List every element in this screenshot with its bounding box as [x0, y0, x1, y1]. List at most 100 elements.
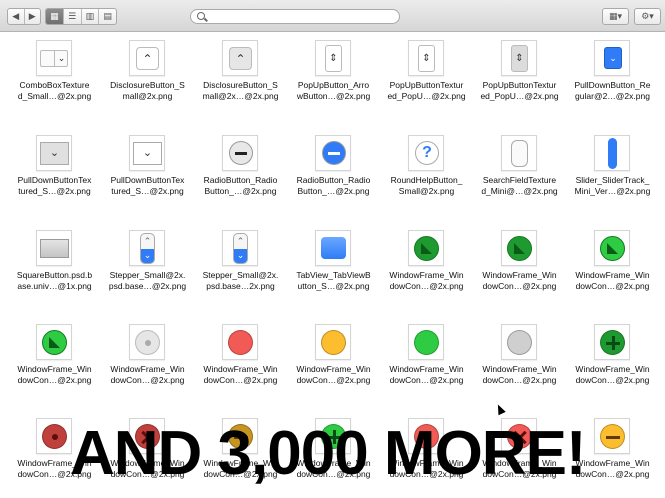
file-item[interactable]: WindowFrame_Win dowCon…@2x.png: [8, 320, 101, 415]
file-item[interactable]: WindowFrame_Win dowCon…@2x.png: [287, 320, 380, 415]
file-thumbnail: [315, 324, 351, 360]
window-control-circle: [42, 424, 67, 449]
file-name-line: WindowFrame_Win: [203, 364, 278, 374]
file-item[interactable]: ⌃ DisclosureButton_S mall@2x.png: [101, 36, 194, 131]
diagonal-arrow-icon: [514, 243, 525, 254]
window-control-circle: [321, 330, 346, 355]
file-name-line: Button_…@2x.png: [297, 186, 370, 196]
file-name: WindowFrame_Win dowCon…@2x.png: [194, 364, 287, 386]
file-name: ComboBoxTexture d_Small…@2x.png: [8, 80, 101, 102]
file-name-line: Small@2x.png: [398, 186, 455, 196]
file-item[interactable]: RadioButton_Radio Button_…@2x.png: [194, 131, 287, 226]
file-name-line: dowCon…@2x.png: [389, 281, 464, 291]
file-name-line: tured_S…@2x.png: [18, 186, 91, 196]
icon-view-button[interactable]: ▦: [46, 9, 64, 24]
up-down-arrows-icon: ⇕: [418, 45, 435, 72]
chevron-up-icon: ⌃: [229, 47, 252, 70]
file-thumbnail: [501, 324, 537, 360]
arrange-button[interactable]: ▦▾: [602, 8, 629, 25]
window-control-circle: [135, 330, 160, 355]
chevron-down-icon: ⌄: [40, 142, 69, 165]
file-name-line: ComboBoxTexture: [19, 80, 90, 90]
file-item[interactable]: WindowFrame_Win dowCon…@2x.png: [473, 226, 566, 321]
file-item[interactable]: WindowFrame_Win dowCon…@2x.png: [380, 320, 473, 415]
file-item[interactable]: WindowFrame_Win dowCon…@2x.png: [566, 320, 659, 415]
file-item[interactable]: WindowFrame_Win dowCon…@2x.png: [566, 226, 659, 321]
file-thumbnail: ⌃: [129, 40, 165, 76]
file-name-line: DisclosureButton_S: [203, 80, 278, 90]
file-name-line: WindowFrame_Win: [482, 364, 557, 374]
dot-icon: [52, 434, 58, 440]
coverflow-view-button[interactable]: ▤: [99, 9, 116, 24]
list-view-button[interactable]: ☰: [64, 9, 82, 24]
file-name-line: PopUpButton_Arro: [297, 80, 370, 90]
file-name: PopUpButtonTextur ed_PopU…@2x.png: [473, 80, 566, 102]
action-button[interactable]: ⚙▾: [634, 8, 661, 25]
window-control-circle: [507, 330, 532, 355]
file-name-line: PullDownButton_Re: [574, 80, 651, 90]
back-button[interactable]: ◀: [8, 9, 25, 24]
file-item[interactable]: SearchFieldTexture d_Mini@…@2x.png: [473, 131, 566, 226]
search-field-shape: [511, 140, 528, 167]
file-name-line: psd.base…2x.png: [206, 281, 275, 291]
search-icon: [197, 12, 205, 20]
file-name-line: dowCon…@2x.png: [389, 375, 464, 385]
file-name-line: RadioButton_Radio: [203, 175, 278, 185]
back-forward-control: ◀ ▶: [7, 8, 41, 25]
file-item[interactable]: ⌄ PullDownButton_Re gular@2…@2x.png: [566, 36, 659, 131]
window-control-circle: [228, 330, 253, 355]
grid-arrange-icon: ▦▾: [608, 11, 623, 21]
file-name-line: RoundHelpButton_: [390, 175, 463, 185]
file-name: Stepper_Small@2x. psd.base…2x.png: [194, 270, 287, 292]
view-mode-control: ▦ ☰ ▥ ▤: [45, 8, 117, 25]
file-name-line: TabView_TabViewB: [296, 270, 371, 280]
file-item[interactable]: ⌃ DisclosureButton_S mall@2x…@2x.png: [194, 36, 287, 131]
file-name: PopUpButtonTextur ed_PopU…@2x.png: [380, 80, 473, 102]
file-item[interactable]: Slider_SliderTrack_ Mini_Ver…@2x.png: [566, 131, 659, 226]
file-name: Stepper_Small@2x. psd.base…@2x.png: [101, 270, 194, 292]
file-thumbnail: [129, 324, 165, 360]
file-name-line: mall@2x.png: [122, 91, 173, 101]
file-name: PullDownButtonTex tured_S…@2x.png: [8, 175, 101, 197]
chevron-down-icon: ⌄: [604, 47, 622, 69]
window-control-circle: [42, 330, 67, 355]
forward-button[interactable]: ▶: [25, 9, 41, 24]
file-name-line: PopUpButtonTextur: [389, 80, 464, 90]
file-name-line: Stepper_Small@2x.: [109, 270, 186, 280]
file-item[interactable]: WindowFrame_Win dowCon…@2x.png: [194, 320, 287, 415]
file-item[interactable]: WindowFrame_Win dowCon…@2x.png: [473, 320, 566, 415]
file-name-line: WindowFrame_Win: [575, 364, 650, 374]
file-name-line: dowCon…@2x.png: [482, 375, 557, 385]
file-item[interactable]: ⌄ ComboBoxTexture d_Small…@2x.png: [8, 36, 101, 131]
file-item[interactable]: WindowFrame_Win dowCon…@2x.png: [380, 226, 473, 321]
file-name-line: d_Mini@…@2x.png: [481, 186, 558, 196]
file-item[interactable]: ⌃ ⌄ Stepper_Small@2x. psd.base…@2x.png: [101, 226, 194, 321]
column-view-button[interactable]: ▥: [82, 9, 100, 24]
file-item[interactable]: TabView_TabViewB utton_S…@2x.png: [287, 226, 380, 321]
finder-toolbar: ◀ ▶ ▦ ☰ ▥ ▤ ▦▾ ⚙▾: [0, 0, 665, 32]
file-item[interactable]: WindowFrame_Win dowCon…@2x.png: [101, 320, 194, 415]
file-name-line: WindowFrame_Win: [389, 270, 464, 280]
chevron-up-icon: ⌃: [143, 236, 152, 246]
file-thumbnail: ⌄: [36, 40, 72, 76]
file-item[interactable]: ⇕ PopUpButton_Arro wButton…@2x.png: [287, 36, 380, 131]
window-control-circle: [507, 236, 532, 261]
file-name-line: gular@2…@2x.png: [575, 91, 650, 101]
file-item[interactable]: SquareButton.psd.b ase.univ…@1x.png: [8, 226, 101, 321]
file-item[interactable]: ⌃ ⌄ Stepper_Small@2x. psd.base…2x.png: [194, 226, 287, 321]
chevron-up-icon: ⌃: [236, 236, 245, 246]
file-item[interactable]: ⌄ PullDownButtonTex tured_S…@2x.png: [101, 131, 194, 226]
up-down-arrows-icon: ⇕: [325, 45, 342, 72]
file-name-line: WindowFrame_Win: [110, 364, 185, 374]
chevron-down-icon: ⌄: [141, 249, 154, 263]
file-item[interactable]: ⌄ PullDownButtonTex tured_S…@2x.png: [8, 131, 101, 226]
file-item[interactable]: ? RoundHelpButton_ Small@2x.png: [380, 131, 473, 226]
file-item[interactable]: RadioButton_Radio Button_…@2x.png: [287, 131, 380, 226]
file-thumbnail: [501, 230, 537, 266]
search-input[interactable]: [190, 9, 400, 24]
file-thumbnail: [408, 324, 444, 360]
file-item[interactable]: ⇕ PopUpButtonTextur ed_PopU…@2x.png: [380, 36, 473, 131]
file-thumbnail: [501, 135, 537, 171]
file-item[interactable]: ⇕ PopUpButtonTextur ed_PopU…@2x.png: [473, 36, 566, 131]
file-thumbnail: ⌄: [129, 135, 165, 171]
